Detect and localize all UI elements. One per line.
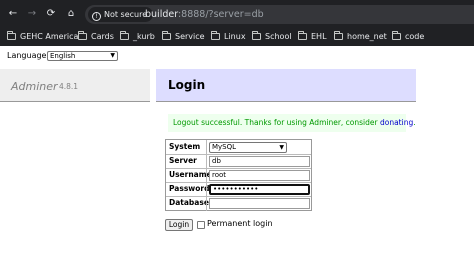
username-input[interactable]: root [209, 170, 310, 181]
database-input[interactable] [209, 198, 310, 209]
bookmark-label: Cards [91, 32, 114, 41]
logout-message: Logout successful. Thanks for using Admi… [168, 114, 416, 132]
folder-icon [298, 31, 307, 40]
bookmark-ehl[interactable]: EHL [298, 28, 327, 46]
bookmark-label: _kurb [133, 32, 155, 41]
language-value: English [50, 52, 76, 60]
back-arrow-icon[interactable]: ← [6, 7, 20, 21]
server-label: Server [169, 156, 197, 165]
chevron-down-icon: ▼ [110, 52, 115, 59]
bookmark-code[interactable]: code [392, 28, 424, 46]
cell-divider [206, 140, 207, 155]
folder-icon [334, 31, 343, 40]
language-select[interactable]: English ▼ [47, 51, 118, 61]
browser-chrome: ← → ⟳ ⌂ ! Not secure builder:8888/?server… [0, 0, 474, 46]
permanent-login-label[interactable]: Permanent login [207, 218, 273, 230]
folder-icon [7, 31, 16, 40]
bookmark-service[interactable]: Service [162, 28, 205, 46]
password-row: Password ••••••••••• [166, 182, 311, 197]
bookmark-school[interactable]: School [252, 28, 292, 46]
database-label: Database [169, 198, 209, 207]
login-form: System MySQL ▼ Server db Username root Pa… [165, 139, 312, 211]
url-path: :8888/?server=db [177, 9, 264, 20]
system-select[interactable]: MySQL ▼ [209, 142, 287, 153]
bookmark-label: EHL [311, 32, 327, 41]
folder-icon [252, 31, 261, 40]
address-bar[interactable]: ! Not secure builder:8888/?server=db [85, 5, 474, 24]
username-row: Username root [166, 168, 311, 183]
database-row: Database [166, 196, 311, 211]
security-chip[interactable]: ! Not secure [88, 7, 154, 22]
bookmark-gehc-america[interactable]: GEHC America [7, 28, 78, 46]
donating-link[interactable]: donating [380, 118, 413, 127]
folder-icon [162, 31, 171, 40]
home-icon[interactable]: ⌂ [64, 7, 78, 21]
bookmark-label: code [405, 32, 425, 41]
bookmark-kurb[interactable]: _kurb [120, 28, 155, 46]
folder-icon [120, 31, 129, 40]
bookmarks-bar: GEHC America Cards _kurb Service Linux S… [0, 28, 474, 46]
login-button[interactable]: Login [165, 219, 193, 231]
system-label: System [169, 142, 201, 151]
message-text: Logout successful. Thanks for using Admi… [173, 118, 378, 127]
bookmark-home-net[interactable]: home_net [334, 28, 387, 46]
system-value: MySQL [212, 143, 237, 151]
password-input[interactable]: ••••••••••• [209, 184, 310, 195]
permanent-login-checkbox[interactable] [197, 221, 205, 229]
folder-icon [211, 31, 220, 40]
message-end: . [413, 118, 416, 127]
url-host: builder [145, 9, 178, 20]
language-label: Language: [7, 51, 50, 60]
bookmark-label: GEHC America [20, 32, 79, 41]
bookmark-label: Linux [224, 32, 246, 41]
page-title: Login [168, 78, 206, 92]
cell-divider [206, 196, 207, 211]
cell-divider [206, 154, 207, 169]
cell-divider [206, 182, 207, 197]
password-label: Password [169, 184, 210, 193]
adminer-logo-link[interactable]: Adminer [11, 80, 58, 93]
security-label: Not secure [104, 10, 148, 19]
folder-icon [392, 31, 401, 40]
bookmark-cards[interactable]: Cards [78, 28, 114, 46]
server-row: Server db [166, 154, 311, 169]
folder-icon [78, 31, 87, 40]
browser-toolbar: ← → ⟳ ⌂ ! Not secure builder:8888/?server… [0, 0, 474, 28]
bookmark-label: School [265, 32, 292, 41]
forward-arrow-icon[interactable]: → [25, 7, 39, 21]
chevron-down-icon: ▼ [279, 144, 284, 151]
bookmark-label: home_net [347, 32, 387, 41]
server-input[interactable]: db [209, 156, 310, 167]
version-label: 4.8.1 [59, 82, 79, 91]
bookmark-linux[interactable]: Linux [211, 28, 246, 46]
bookmark-label: Service [175, 32, 205, 41]
url-text[interactable]: builder:8888/?server=db [145, 5, 264, 24]
cell-divider [206, 168, 207, 183]
reload-icon[interactable]: ⟳ [44, 7, 58, 21]
system-row: System MySQL ▼ [166, 140, 311, 155]
warning-icon: ! [92, 12, 101, 21]
